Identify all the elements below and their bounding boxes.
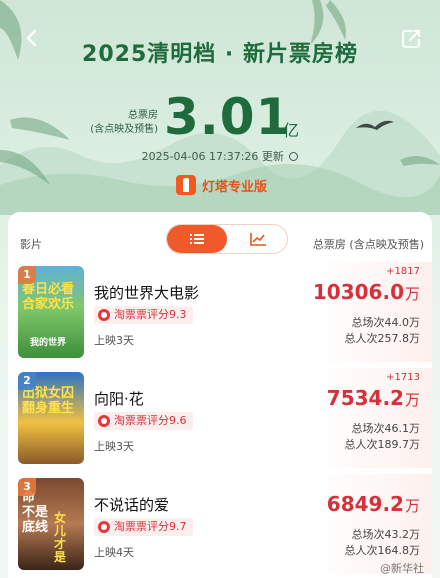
total-admissions: 总人次164.8万 bbox=[344, 544, 421, 557]
view-toggle bbox=[166, 224, 288, 254]
total-shows: 总场次46.1万 bbox=[351, 422, 421, 435]
film-row[interactable]: 命 不是 底线 女儿才是 3 不说话的爱 淘票票评分9.7 上映4天 6849.… bbox=[8, 474, 432, 578]
list-view-tab[interactable] bbox=[167, 225, 227, 253]
total-shows: 总场次44.0万 bbox=[351, 316, 421, 329]
poster-text: 我的世界 bbox=[30, 338, 67, 348]
rating-text: 淘票票评分9.7 bbox=[114, 520, 187, 533]
box-office-highlight bbox=[314, 368, 432, 468]
rating-badge: 淘票票评分9.3 bbox=[94, 306, 193, 324]
update-time: 2025-04-06 17:37:26 更新 bbox=[0, 148, 440, 164]
total-admissions: 总人次189.7万 bbox=[344, 438, 421, 451]
days-released: 上映4天 bbox=[94, 546, 134, 559]
film-poster: 命 不是 底线 女儿才是 3 bbox=[18, 478, 84, 570]
rating-badge: 淘票票评分9.6 bbox=[94, 412, 193, 430]
box-office-value: 7534.2万 bbox=[327, 386, 420, 410]
taopiaopiao-icon bbox=[98, 415, 110, 427]
watermark: @新华社 bbox=[380, 562, 424, 575]
box-office-highlight bbox=[314, 262, 432, 362]
hero-banner: 2025清明档 · 新片票房榜 总票房 (含点映及预售) 3.01 亿 2025… bbox=[0, 0, 440, 215]
poster-text: 底线 bbox=[22, 520, 49, 535]
box-office-delta: +1817 bbox=[386, 266, 420, 277]
film-row[interactable]: 出狱女囚 翻身重生 2 向阳·花 淘票票评分9.6 上映3天 +1713 753… bbox=[8, 368, 432, 474]
brand-logo-icon bbox=[176, 175, 196, 195]
page-title: 2025清明档 · 新片票房榜 bbox=[82, 42, 358, 67]
film-poster: 出狱女囚 翻身重生 2 bbox=[18, 372, 84, 464]
column-header-box-office: 总票房 (含点映及预售) bbox=[312, 238, 424, 251]
total-label-line1: 总票房 bbox=[128, 110, 158, 121]
brand-name: 灯塔专业版 bbox=[202, 179, 268, 195]
days-released: 上映3天 bbox=[94, 334, 134, 347]
total-box-office-unit: 亿 bbox=[283, 121, 300, 140]
ranking-panel: 影片 总票房 (含点映及预售) 春日必看 合家欢乐 我的世界 1 我的世界大电影… bbox=[8, 212, 432, 578]
film-title: 我的世界大电影 bbox=[94, 284, 200, 302]
box-office-number: 6849.2 bbox=[326, 492, 404, 516]
rating-text: 淘票票评分9.3 bbox=[114, 308, 187, 321]
chart-icon bbox=[250, 233, 266, 246]
film-title: 不说话的爱 bbox=[94, 496, 170, 514]
total-shows: 总场次43.2万 bbox=[351, 528, 421, 541]
chart-view-tab[interactable] bbox=[228, 225, 288, 253]
bird-decoration bbox=[356, 120, 394, 130]
poster-text: 翻身重生 bbox=[22, 401, 75, 416]
film-title: 向阳·花 bbox=[94, 390, 144, 408]
box-office-number: 7534.2 bbox=[326, 386, 404, 410]
box-office-number: 10306.0 bbox=[312, 280, 404, 304]
box-office-unit: 万 bbox=[404, 285, 420, 303]
rating-text: 淘票票评分9.6 bbox=[114, 414, 187, 427]
poster-text: 合家欢乐 bbox=[22, 297, 75, 312]
rating-badge: 淘票票评分9.7 bbox=[94, 518, 193, 536]
box-office-unit: 万 bbox=[404, 497, 420, 515]
box-office-value: 10306.0万 bbox=[313, 280, 420, 304]
days-released: 上映3天 bbox=[94, 440, 134, 453]
total-box-office-label: 总票房 (含点映及预售) bbox=[86, 109, 158, 137]
poster-text: 不是 bbox=[22, 505, 49, 520]
taopiaopiao-icon bbox=[98, 521, 110, 533]
total-box-office-value: 3.01 bbox=[164, 88, 292, 146]
column-header-film: 影片 bbox=[20, 238, 42, 251]
poster-text: 女儿才是 bbox=[54, 511, 67, 564]
rank-badge: 2 bbox=[18, 372, 36, 390]
box-office-highlight bbox=[314, 474, 432, 574]
list-icon bbox=[190, 234, 204, 244]
total-label-line2: (含点映及预售) bbox=[90, 124, 158, 135]
brand-badge[interactable]: 灯塔专业版 bbox=[176, 174, 267, 196]
taopiaopiao-icon bbox=[98, 309, 110, 321]
rank-badge: 3 bbox=[18, 478, 36, 496]
box-office-value: 6849.2万 bbox=[327, 492, 420, 516]
update-time-text: 2025-04-06 17:37:26 更新 bbox=[141, 150, 284, 163]
film-poster: 春日必看 合家欢乐 我的世界 1 bbox=[18, 266, 84, 358]
clock-icon bbox=[289, 152, 299, 161]
box-office-unit: 万 bbox=[404, 391, 420, 409]
box-office-delta: +1713 bbox=[386, 372, 420, 383]
poster-text: 春日必看 bbox=[22, 282, 75, 297]
total-admissions: 总人次257.8万 bbox=[344, 332, 421, 345]
rank-badge: 1 bbox=[18, 266, 36, 284]
film-row[interactable]: 春日必看 合家欢乐 我的世界 1 我的世界大电影 淘票票评分9.3 上映3天 +… bbox=[8, 262, 432, 368]
